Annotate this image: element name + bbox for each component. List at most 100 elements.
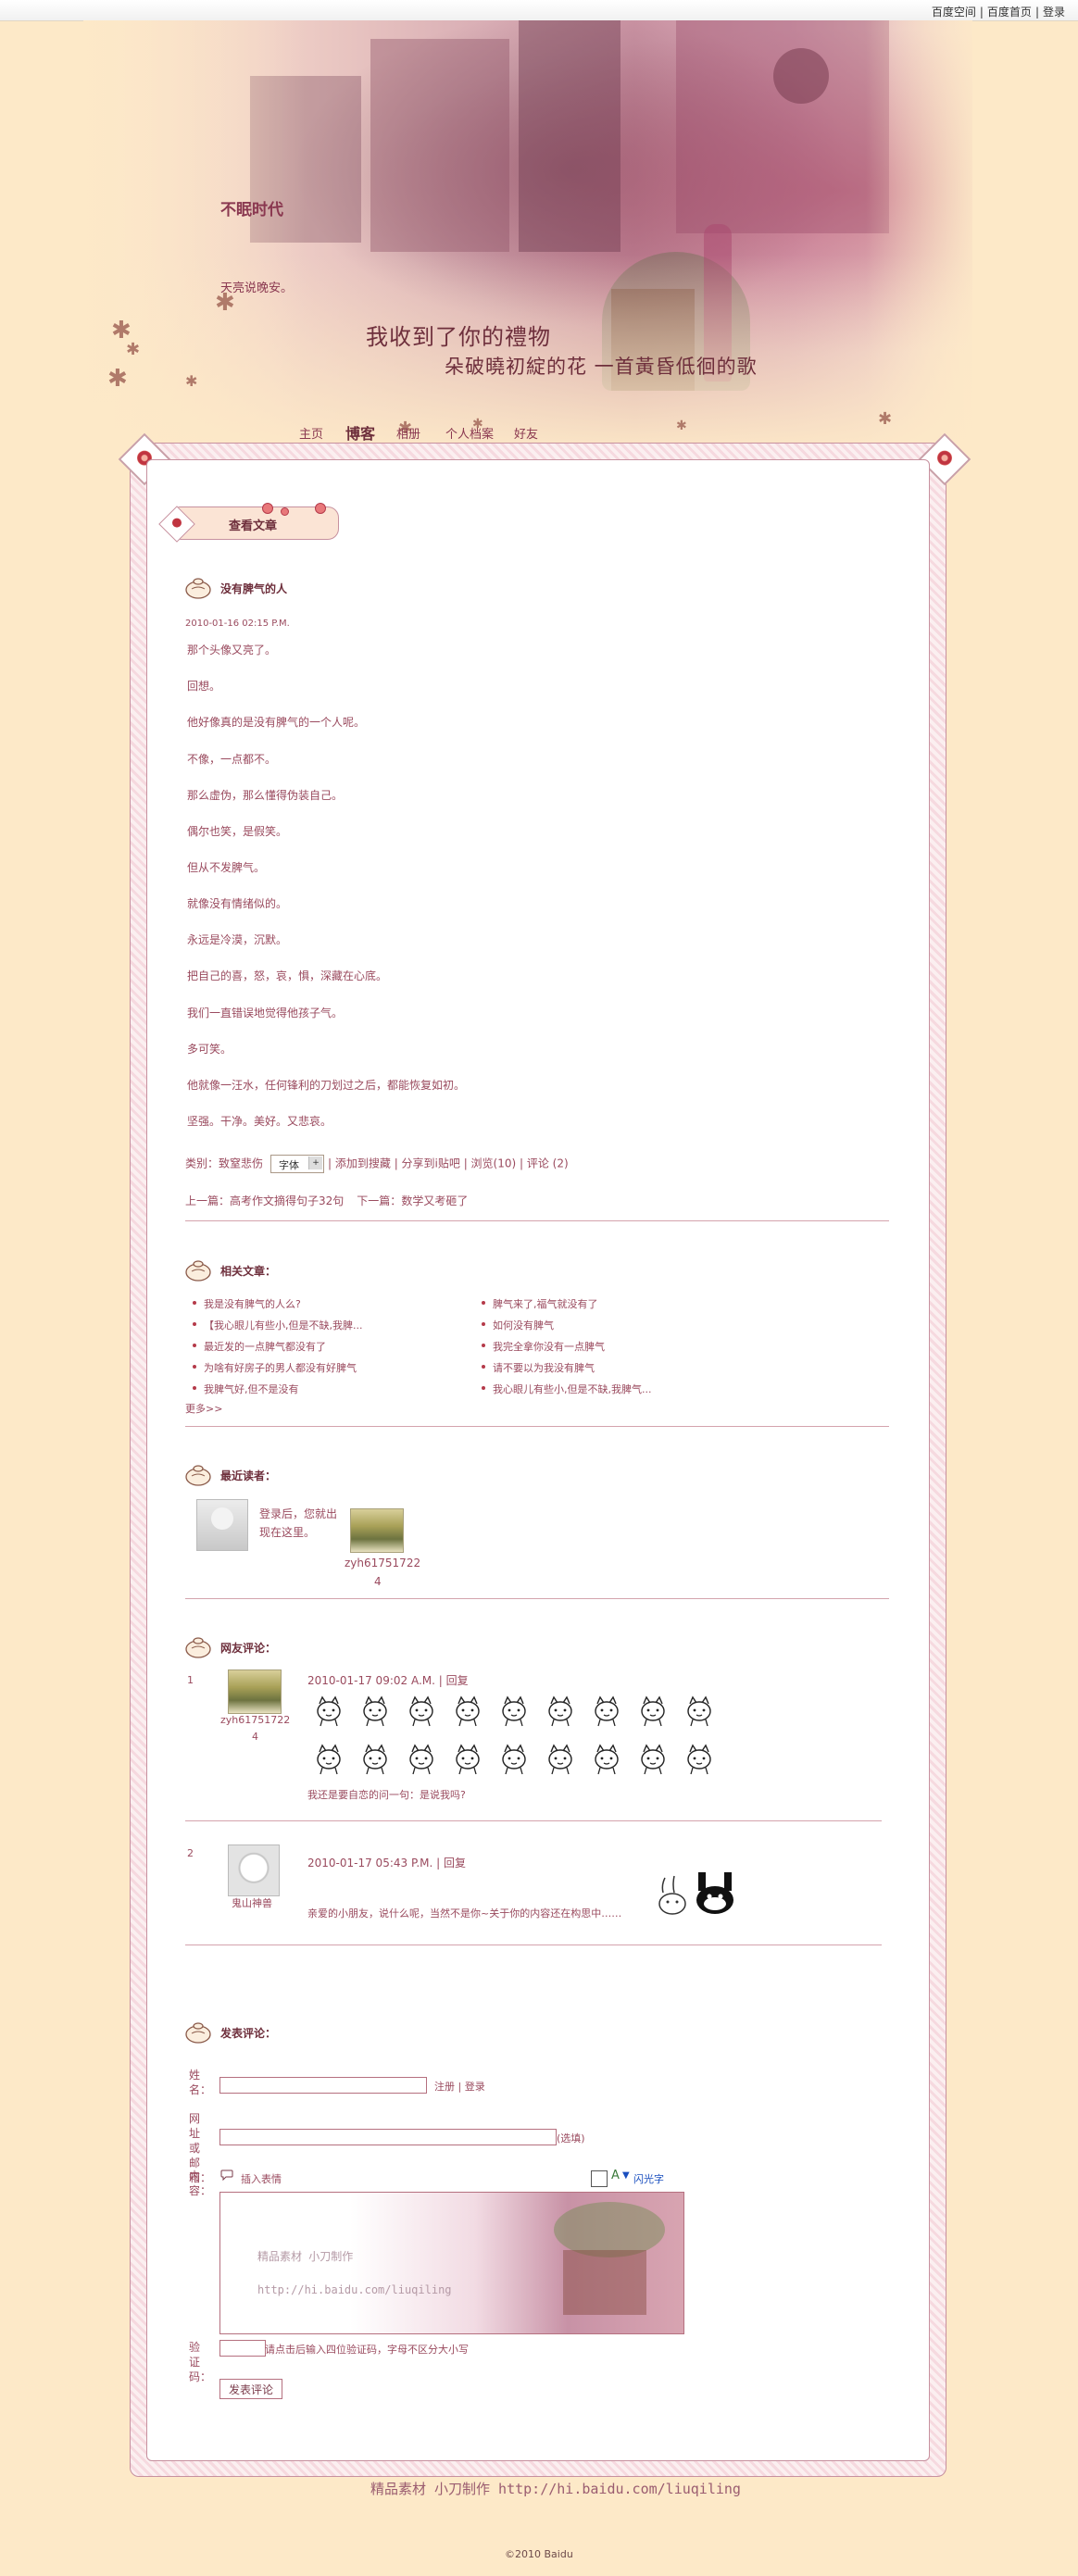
star-decoration: ✱: [185, 372, 198, 390]
register-link[interactable]: 注册: [434, 2081, 455, 2093]
banner-slogan-line2: 朵破曉初綻的花 一首黃昏低徊的歌: [445, 356, 758, 378]
prev-article-link[interactable]: 高考作文摘得句子32句: [230, 1194, 344, 1207]
article-paragraph: 回想。: [187, 680, 221, 693]
star-decoration: ✱: [126, 340, 141, 359]
article-paragraph: 多可笑。: [187, 1043, 232, 1056]
bunny-emoticon-icon: [658, 1875, 686, 1915]
cat-emoticon-icon: [595, 1744, 619, 1775]
article-paragraph: 那个头像又亮了。: [187, 644, 277, 657]
article-paragraph: 但从不发脾气。: [187, 861, 266, 874]
cat-emoticon-icon: [363, 1744, 387, 1775]
related-link[interactable]: 如何没有脾气: [482, 1318, 554, 1332]
top-bar: 百度空间 | 百度首页 | 登录: [0, 0, 1078, 21]
related-link[interactable]: 脾气来了,福气就没有了: [482, 1296, 598, 1311]
comment-user-link[interactable]: zyh61751722: [220, 1714, 290, 1726]
comment-editor[interactable]: 精品素材 小刀制作 http://hi.baidu.com/liuqiling: [219, 2192, 684, 2334]
comment-reply-link[interactable]: 回复: [446, 1674, 469, 1687]
baidu-space-link[interactable]: 百度空间: [932, 6, 976, 19]
reader-avatar[interactable]: [350, 1508, 404, 1553]
comment-time-text: 2010-01-17 05:43 P.M.: [307, 1857, 433, 1869]
nav-home[interactable]: 主页: [299, 424, 323, 442]
nav-profile[interactable]: 个人档案: [445, 424, 494, 442]
form-login-link[interactable]: 登录: [465, 2081, 485, 2093]
cat-emoticon-icon: [548, 1744, 572, 1775]
editor-toggle-checkbox[interactable]: [591, 2170, 608, 2187]
font-size-plus-button[interactable]: +: [308, 1157, 323, 1169]
speech-bubble-icon: [220, 2170, 233, 2181]
editor-watermark-line1: 精品素材 小刀制作: [257, 2250, 354, 2263]
next-article-link[interactable]: 数学又考砸了: [401, 1194, 468, 1207]
cat-emoticon-icon: [641, 1744, 665, 1775]
post-comment-button[interactable]: 发表评论: [219, 2379, 282, 2399]
article-title[interactable]: 没有脾气的人: [220, 581, 287, 596]
related-link[interactable]: 最近发的一点脾气都没有了: [193, 1339, 326, 1354]
divider: [185, 1426, 889, 1427]
article-category-link[interactable]: 类别：致窒悲伤: [185, 1157, 263, 1170]
comment-time-text: 2010-01-17 09:02 A.M.: [307, 1674, 435, 1687]
dropdown-arrow-icon[interactable]: ▼: [622, 2170, 630, 2181]
teapot-icon: [185, 1637, 211, 1658]
cat-emoticon-icon: [409, 1744, 433, 1775]
name-input[interactable]: [219, 2077, 427, 2094]
name-label: 姓名：: [189, 2069, 212, 2096]
teapot-icon: [185, 1465, 211, 1486]
nav-album[interactable]: 相册: [396, 424, 420, 442]
comment-user-link[interactable]: 鬼山神兽: [232, 1895, 272, 1910]
nav-friends[interactable]: 好友: [514, 424, 538, 442]
login-link[interactable]: 登录: [1043, 6, 1065, 19]
article-paragraph: 他就像一汪水，任何锋利的刀划过之后，都能恢复如初。: [187, 1079, 466, 1092]
comment-number: 2: [187, 1847, 194, 1859]
blog-title[interactable]: 不眠时代: [220, 196, 283, 219]
related-link[interactable]: 我完全拿你没有一点脾气: [482, 1339, 605, 1354]
cat-emoticon-icon: [363, 1695, 387, 1727]
captcha-hint: 请点击后输入四位验证码，字母不区分大小写: [265, 2344, 469, 2356]
comment-text: 我还是要自恋的问一句：是说我吗?: [307, 1789, 466, 1801]
related-more-link[interactable]: 更多>>: [185, 1401, 222, 1416]
related-link[interactable]: 我脾气好,但不是没有: [193, 1382, 299, 1396]
post-comment-heading-label: 发表评论：: [220, 2027, 277, 2040]
captcha-input[interactable]: [219, 2340, 266, 2357]
article-actions[interactable]: | 添加到搜藏 | 分享到i贴吧 | 浏览(10) | 评论 (2): [328, 1157, 569, 1170]
article-prev-next: 上一篇：高考作文摘得句子32句 下一篇：数学又考砸了: [185, 1193, 468, 1208]
url-email-input[interactable]: [219, 2129, 557, 2145]
article-meta-bar: 类别：致窒悲伤 字体 + | 添加到搜藏 | 分享到i贴吧 | 浏览(10) | 评论…: [185, 1155, 569, 1173]
editor-suitcases-image: [563, 2250, 646, 2315]
related-heading-label: 相关文章：: [220, 1265, 277, 1278]
comment-avatar[interactable]: [228, 1669, 282, 1714]
baidu-home-link[interactable]: 百度首页: [987, 6, 1032, 19]
comment-text: 亲爱的小朋友，说什么呢，当然不是你~关于你的内容还在构思中……: [307, 1907, 622, 1919]
optional-hint: (选填): [557, 2132, 585, 2145]
divider: [185, 1220, 889, 1221]
prev-label: 上一篇：: [185, 1194, 231, 1207]
login-hint-line1: 登录后，您就出: [259, 1507, 338, 1520]
related-link[interactable]: 【我心眼儿有些小,但是不缺,我脾...: [192, 1318, 362, 1332]
page-heading: 查看文章: [229, 519, 278, 533]
cat-emoticon-icon: [502, 1744, 526, 1775]
editor-flowers-image: [554, 2202, 665, 2257]
related-link[interactable]: 我是没有脾气的人么?: [193, 1296, 301, 1311]
insert-emoticon-link[interactable]: 插入表情: [241, 2171, 282, 2186]
nav-blog[interactable]: 博客: [345, 421, 375, 444]
next-label: 下一篇：: [357, 1194, 402, 1207]
reader-name-link[interactable]: zyh61751722: [345, 1557, 420, 1569]
comments-heading-label: 网友评论：: [220, 1642, 277, 1655]
cat-emoticon-icon: [687, 1744, 711, 1775]
cat-emoticon-icon: [456, 1744, 480, 1775]
related-link[interactable]: 为啥有好房子的男人都没有好脾气: [193, 1360, 357, 1375]
article-paragraph: 偶尔也笑，是假笑。: [187, 825, 288, 838]
article-paragraph: 那么虚伪，那么懂得伪装自己。: [187, 789, 344, 802]
comment-reply-link[interactable]: 回复: [444, 1857, 466, 1869]
font-color-icon[interactable]: A: [611, 2169, 620, 2182]
flash-text-link[interactable]: 闪光字: [633, 2171, 664, 2186]
related-link[interactable]: 我心眼儿有些小,但是不缺,我脾气...: [481, 1382, 651, 1396]
top-links: 百度空间 | 百度首页 | 登录: [931, 6, 1065, 19]
banner-slogan-line1: 我收到了你的禮物: [366, 324, 551, 350]
comment-avatar[interactable]: [228, 1844, 280, 1896]
comment-number: 1: [187, 1674, 194, 1686]
font-size-select[interactable]: 字体 +: [270, 1155, 325, 1173]
related-link[interactable]: 请不要以为我没有脾气: [482, 1360, 595, 1375]
flower-decoration: [281, 507, 289, 516]
cat-emoticon-icon: [409, 1695, 433, 1727]
cat-emoticon-icon: [456, 1695, 480, 1727]
readers-heading-label: 最近读者：: [220, 1469, 277, 1482]
